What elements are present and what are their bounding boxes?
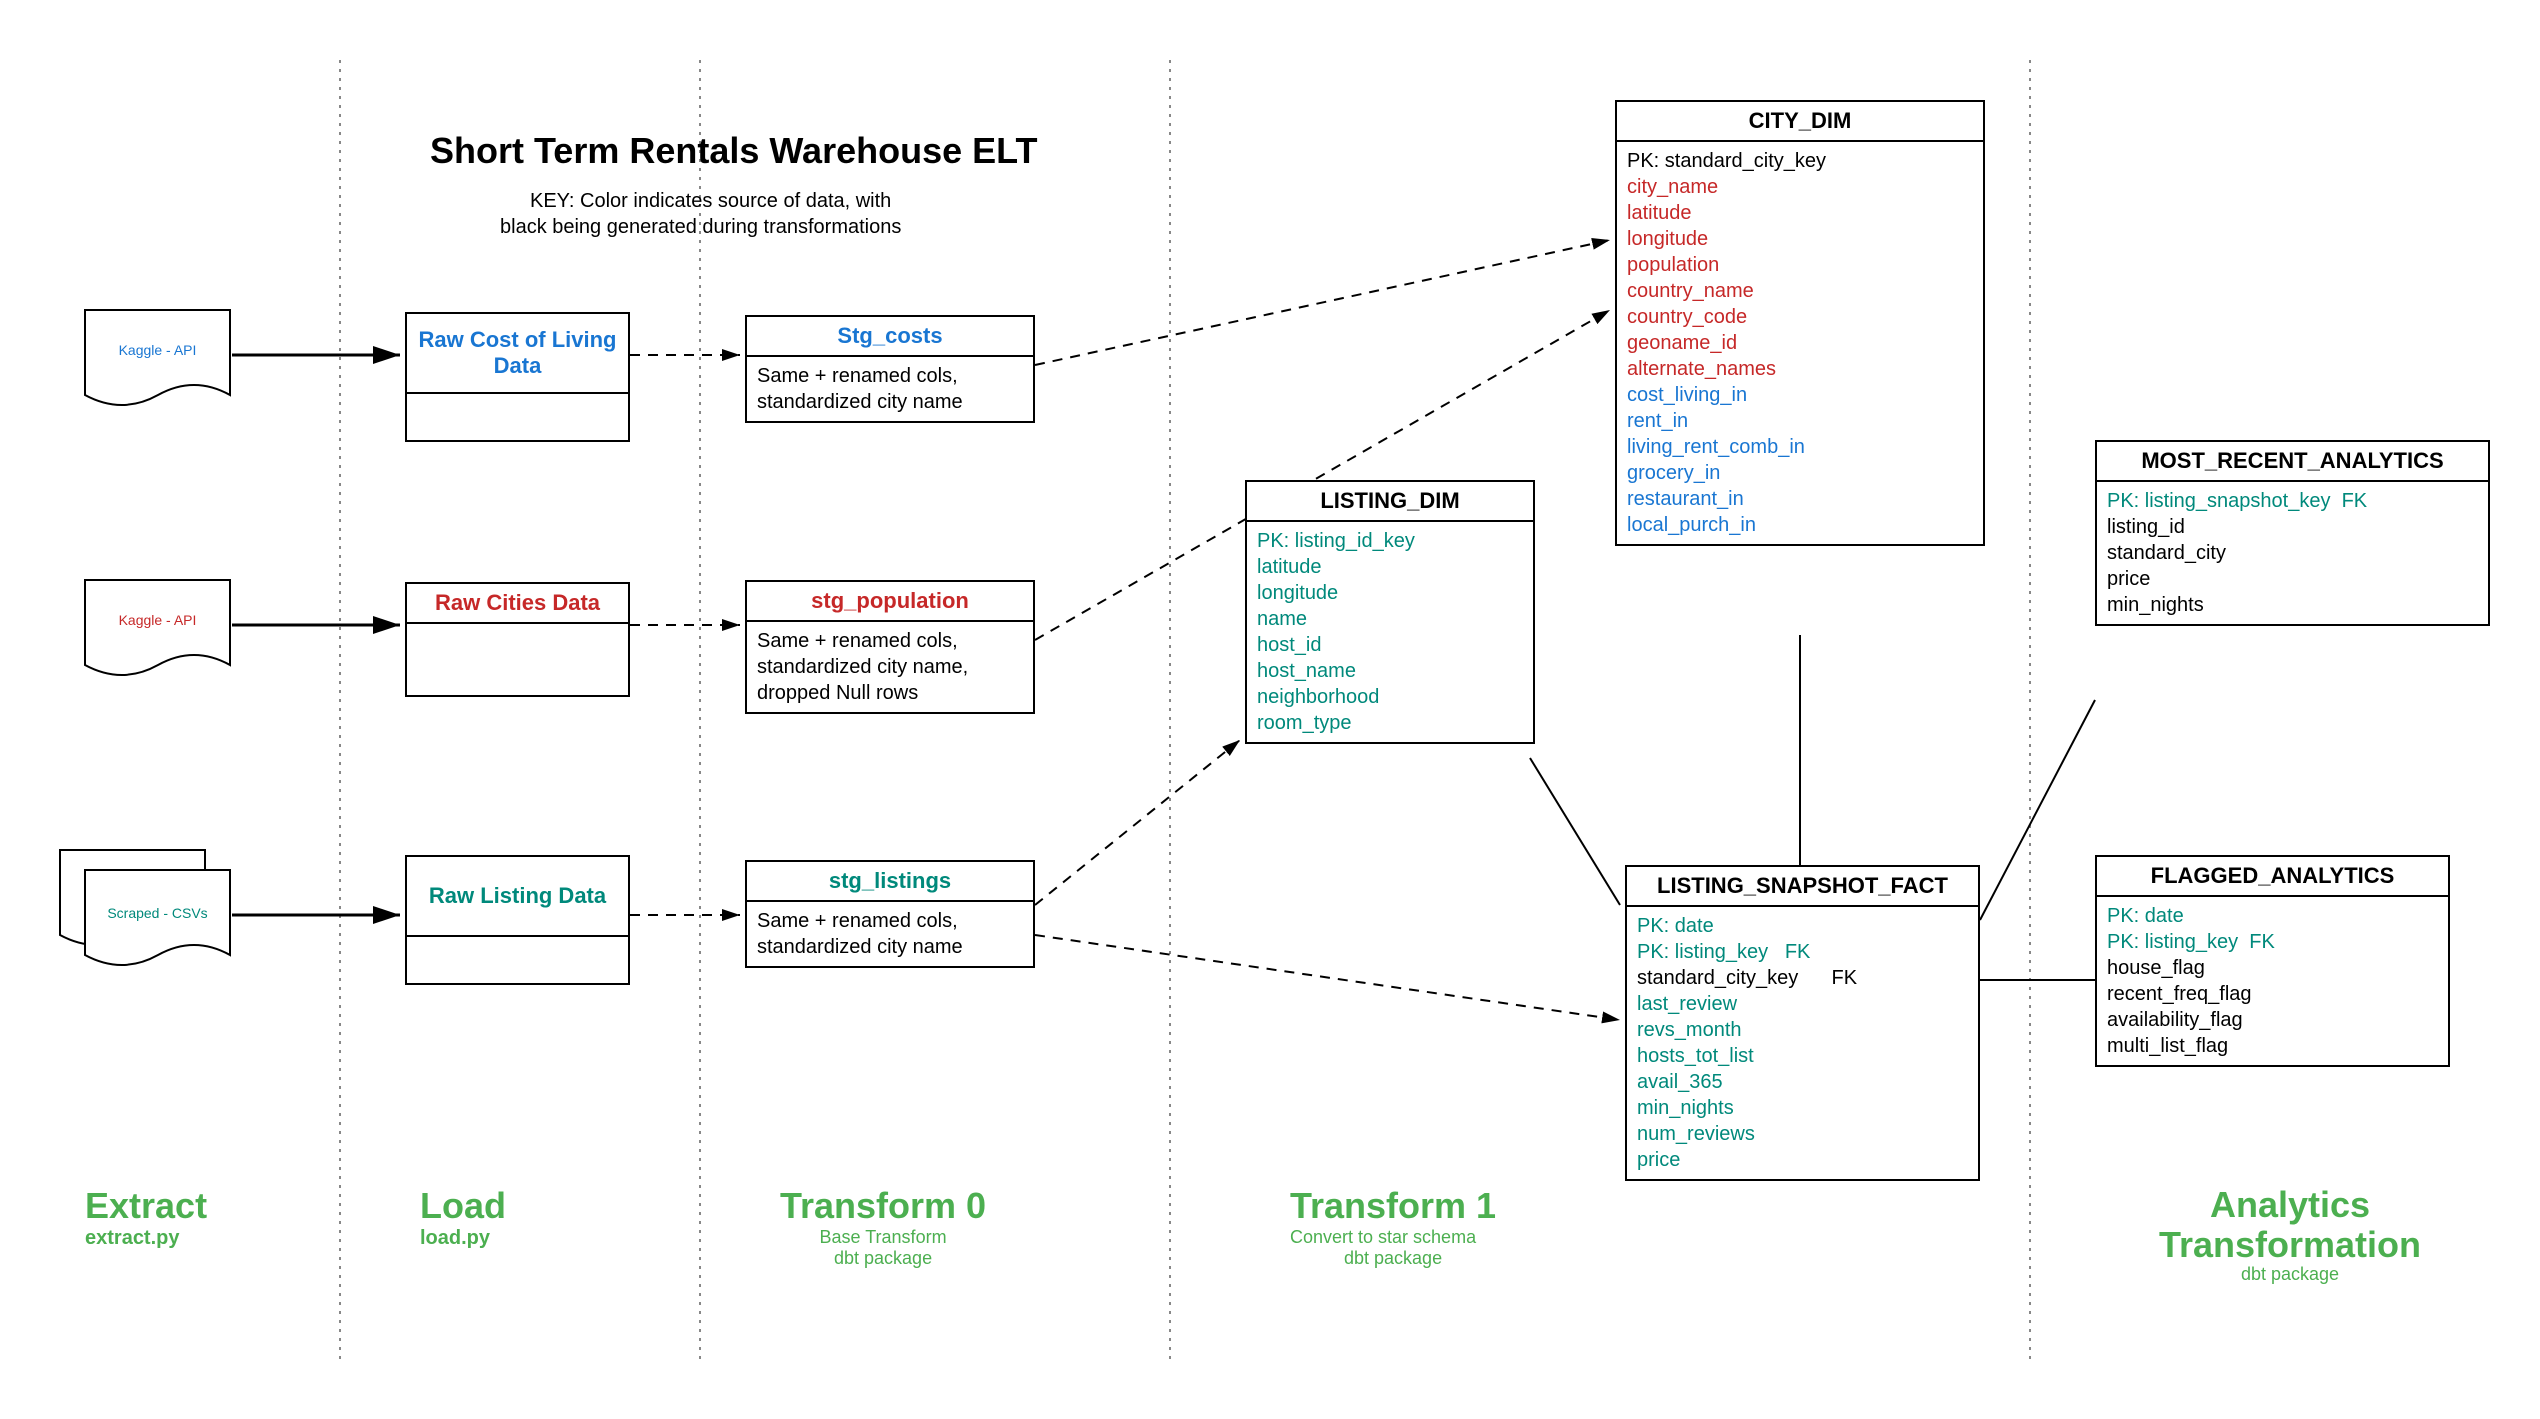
stg-costs-title: Stg_costs bbox=[747, 317, 1033, 357]
fact-r9: price bbox=[1637, 1147, 1968, 1173]
city-dim-r4: country_name bbox=[1627, 278, 1973, 304]
city-dim-body: PK: standard_city_key city_name latitude… bbox=[1617, 142, 1983, 544]
lane-t0-sub1: Base Transform bbox=[780, 1227, 986, 1248]
mra-r0: PK: listing_snapshot_key FK bbox=[2107, 488, 2478, 514]
table-city-dim: CITY_DIM PK: standard_city_key city_name… bbox=[1615, 100, 1985, 546]
box-stg-listings: stg_listings Same + renamed cols, standa… bbox=[745, 860, 1035, 968]
lane-extract-sub: extract.py bbox=[85, 1227, 207, 1250]
flagged-r2: house_flag bbox=[2107, 955, 2438, 981]
city-dim-r3: population bbox=[1627, 252, 1973, 278]
table-most-recent-analytics: MOST_RECENT_ANALYTICS PK: listing_snapsh… bbox=[2095, 440, 2490, 626]
flagged-r0: PK: date bbox=[2107, 903, 2438, 929]
listing-dim-f5: host_name bbox=[1257, 658, 1523, 684]
fact-body: PK: date PK: listing_key FK standard_cit… bbox=[1627, 907, 1978, 1179]
lane-analytics: Analytics Transformation dbt package bbox=[2140, 1185, 2440, 1285]
lane-analytics-title: Analytics Transformation bbox=[2140, 1185, 2440, 1264]
stg-pop-title: stg_population bbox=[747, 582, 1033, 622]
stg-listings-title: stg_listings bbox=[747, 862, 1033, 902]
fact-r6: avail_365 bbox=[1637, 1069, 1968, 1095]
lane-load-title: Load bbox=[420, 1185, 506, 1227]
lane-extract-title: Extract bbox=[85, 1185, 207, 1227]
mra-title: MOST_RECENT_ANALYTICS bbox=[2097, 442, 2488, 482]
listing-dim-f2: longitude bbox=[1257, 580, 1523, 606]
mra-body: PK: listing_snapshot_key FK listing_id s… bbox=[2097, 482, 2488, 624]
city-dim-r5: country_code bbox=[1627, 304, 1973, 330]
city-dim-b4: restaurant_in bbox=[1627, 486, 1973, 512]
lane-t1-sub2: dbt package bbox=[1290, 1248, 1496, 1269]
source-scraped: Scraped - CSVs bbox=[85, 905, 230, 921]
lane-t0: Transform 0 Base Transform dbt package bbox=[780, 1185, 986, 1269]
city-dim-r2: longitude bbox=[1627, 226, 1973, 252]
lane-load: Load load.py bbox=[420, 1185, 506, 1250]
lane-extract: Extract extract.py bbox=[85, 1185, 207, 1250]
listing-dim-title: LISTING_DIM bbox=[1247, 482, 1533, 522]
city-dim-pk: PK: standard_city_key bbox=[1627, 148, 1973, 174]
listing-dim-f1: latitude bbox=[1257, 554, 1523, 580]
listing-dim-f7: room_type bbox=[1257, 710, 1523, 736]
raw-cost-title: Raw Cost of Living Data bbox=[407, 314, 628, 394]
mra-r3: price bbox=[2107, 566, 2478, 592]
city-dim-r1: latitude bbox=[1627, 200, 1973, 226]
city-dim-b3: grocery_in bbox=[1627, 460, 1973, 486]
stg-pop-desc: Same + renamed cols, standardized city n… bbox=[747, 622, 1033, 712]
fact-title: LISTING_SNAPSHOT_FACT bbox=[1627, 867, 1978, 907]
lane-analytics-sub: dbt package bbox=[2140, 1264, 2440, 1285]
source-kaggle-2: Kaggle - API bbox=[85, 612, 230, 628]
raw-listing-title: Raw Listing Data bbox=[407, 857, 628, 937]
city-dim-b1: rent_in bbox=[1627, 408, 1973, 434]
flagged-r1: PK: listing_key FK bbox=[2107, 929, 2438, 955]
city-dim-b5: local_purch_in bbox=[1627, 512, 1973, 538]
flagged-r3: recent_freq_flag bbox=[2107, 981, 2438, 1007]
fact-r0: PK: date bbox=[1637, 913, 1968, 939]
fact-r5: hosts_tot_list bbox=[1637, 1043, 1968, 1069]
lane-t1-title: Transform 1 bbox=[1290, 1185, 1496, 1227]
table-listing-snapshot-fact: LISTING_SNAPSHOT_FACT PK: date PK: listi… bbox=[1625, 865, 1980, 1181]
mra-r2: standard_city bbox=[2107, 540, 2478, 566]
stg-costs-desc: Same + renamed cols, standardized city n… bbox=[747, 357, 1033, 421]
fact-r4: revs_month bbox=[1637, 1017, 1968, 1043]
table-flagged-analytics: FLAGGED_ANALYTICS PK: date PK: listing_k… bbox=[2095, 855, 2450, 1067]
flagged-r4: availability_flag bbox=[2107, 1007, 2438, 1033]
mra-r1: listing_id bbox=[2107, 514, 2478, 540]
listing-dim-f4: host_id bbox=[1257, 632, 1523, 658]
flagged-r5: multi_list_flag bbox=[2107, 1033, 2438, 1059]
mra-r4: min_nights bbox=[2107, 592, 2478, 618]
fact-r1: PK: listing_key FK bbox=[1637, 939, 1968, 965]
fact-r3: last_review bbox=[1637, 991, 1968, 1017]
box-raw-listing: Raw Listing Data bbox=[405, 855, 630, 985]
listing-dim-f6: neighborhood bbox=[1257, 684, 1523, 710]
box-stg-population: stg_population Same + renamed cols, stan… bbox=[745, 580, 1035, 714]
key-line-1: KEY: Color indicates source of data, wit… bbox=[530, 190, 891, 213]
lane-load-sub: load.py bbox=[420, 1227, 506, 1250]
city-dim-r0: city_name bbox=[1627, 174, 1973, 200]
flagged-body: PK: date PK: listing_key FK house_flag r… bbox=[2097, 897, 2448, 1065]
source-kaggle-1: Kaggle - API bbox=[85, 342, 230, 358]
table-listing-dim: LISTING_DIM PK: listing_id_key latitude … bbox=[1245, 480, 1535, 744]
fact-r7: min_nights bbox=[1637, 1095, 1968, 1121]
city-dim-b0: cost_living_in bbox=[1627, 382, 1973, 408]
lane-t0-title: Transform 0 bbox=[780, 1185, 986, 1227]
raw-cities-title: Raw Cities Data bbox=[407, 584, 628, 624]
page-title: Short Term Rentals Warehouse ELT bbox=[430, 130, 1037, 172]
box-raw-cities: Raw Cities Data bbox=[405, 582, 630, 697]
lane-t0-sub2: dbt package bbox=[780, 1248, 986, 1269]
city-dim-r6: geoname_id bbox=[1627, 330, 1973, 356]
stg-listings-desc: Same + renamed cols, standardized city n… bbox=[747, 902, 1033, 966]
fact-r8: num_reviews bbox=[1637, 1121, 1968, 1147]
city-dim-b2: living_rent_comb_in bbox=[1627, 434, 1973, 460]
box-stg-costs: Stg_costs Same + renamed cols, standardi… bbox=[745, 315, 1035, 423]
listing-dim-f3: name bbox=[1257, 606, 1523, 632]
key-line-2: black being generated during transformat… bbox=[500, 216, 901, 239]
city-dim-title: CITY_DIM bbox=[1617, 102, 1983, 142]
listing-dim-f0: PK: listing_id_key bbox=[1257, 528, 1523, 554]
lane-t1: Transform 1 Convert to star schema dbt p… bbox=[1290, 1185, 1496, 1269]
city-dim-r7: alternate_names bbox=[1627, 356, 1973, 382]
fact-r2: standard_city_key FK bbox=[1637, 965, 1968, 991]
listing-dim-body: PK: listing_id_key latitude longitude na… bbox=[1247, 522, 1533, 742]
lane-t1-sub1: Convert to star schema bbox=[1290, 1227, 1496, 1248]
box-raw-cost: Raw Cost of Living Data bbox=[405, 312, 630, 442]
flagged-title: FLAGGED_ANALYTICS bbox=[2097, 857, 2448, 897]
